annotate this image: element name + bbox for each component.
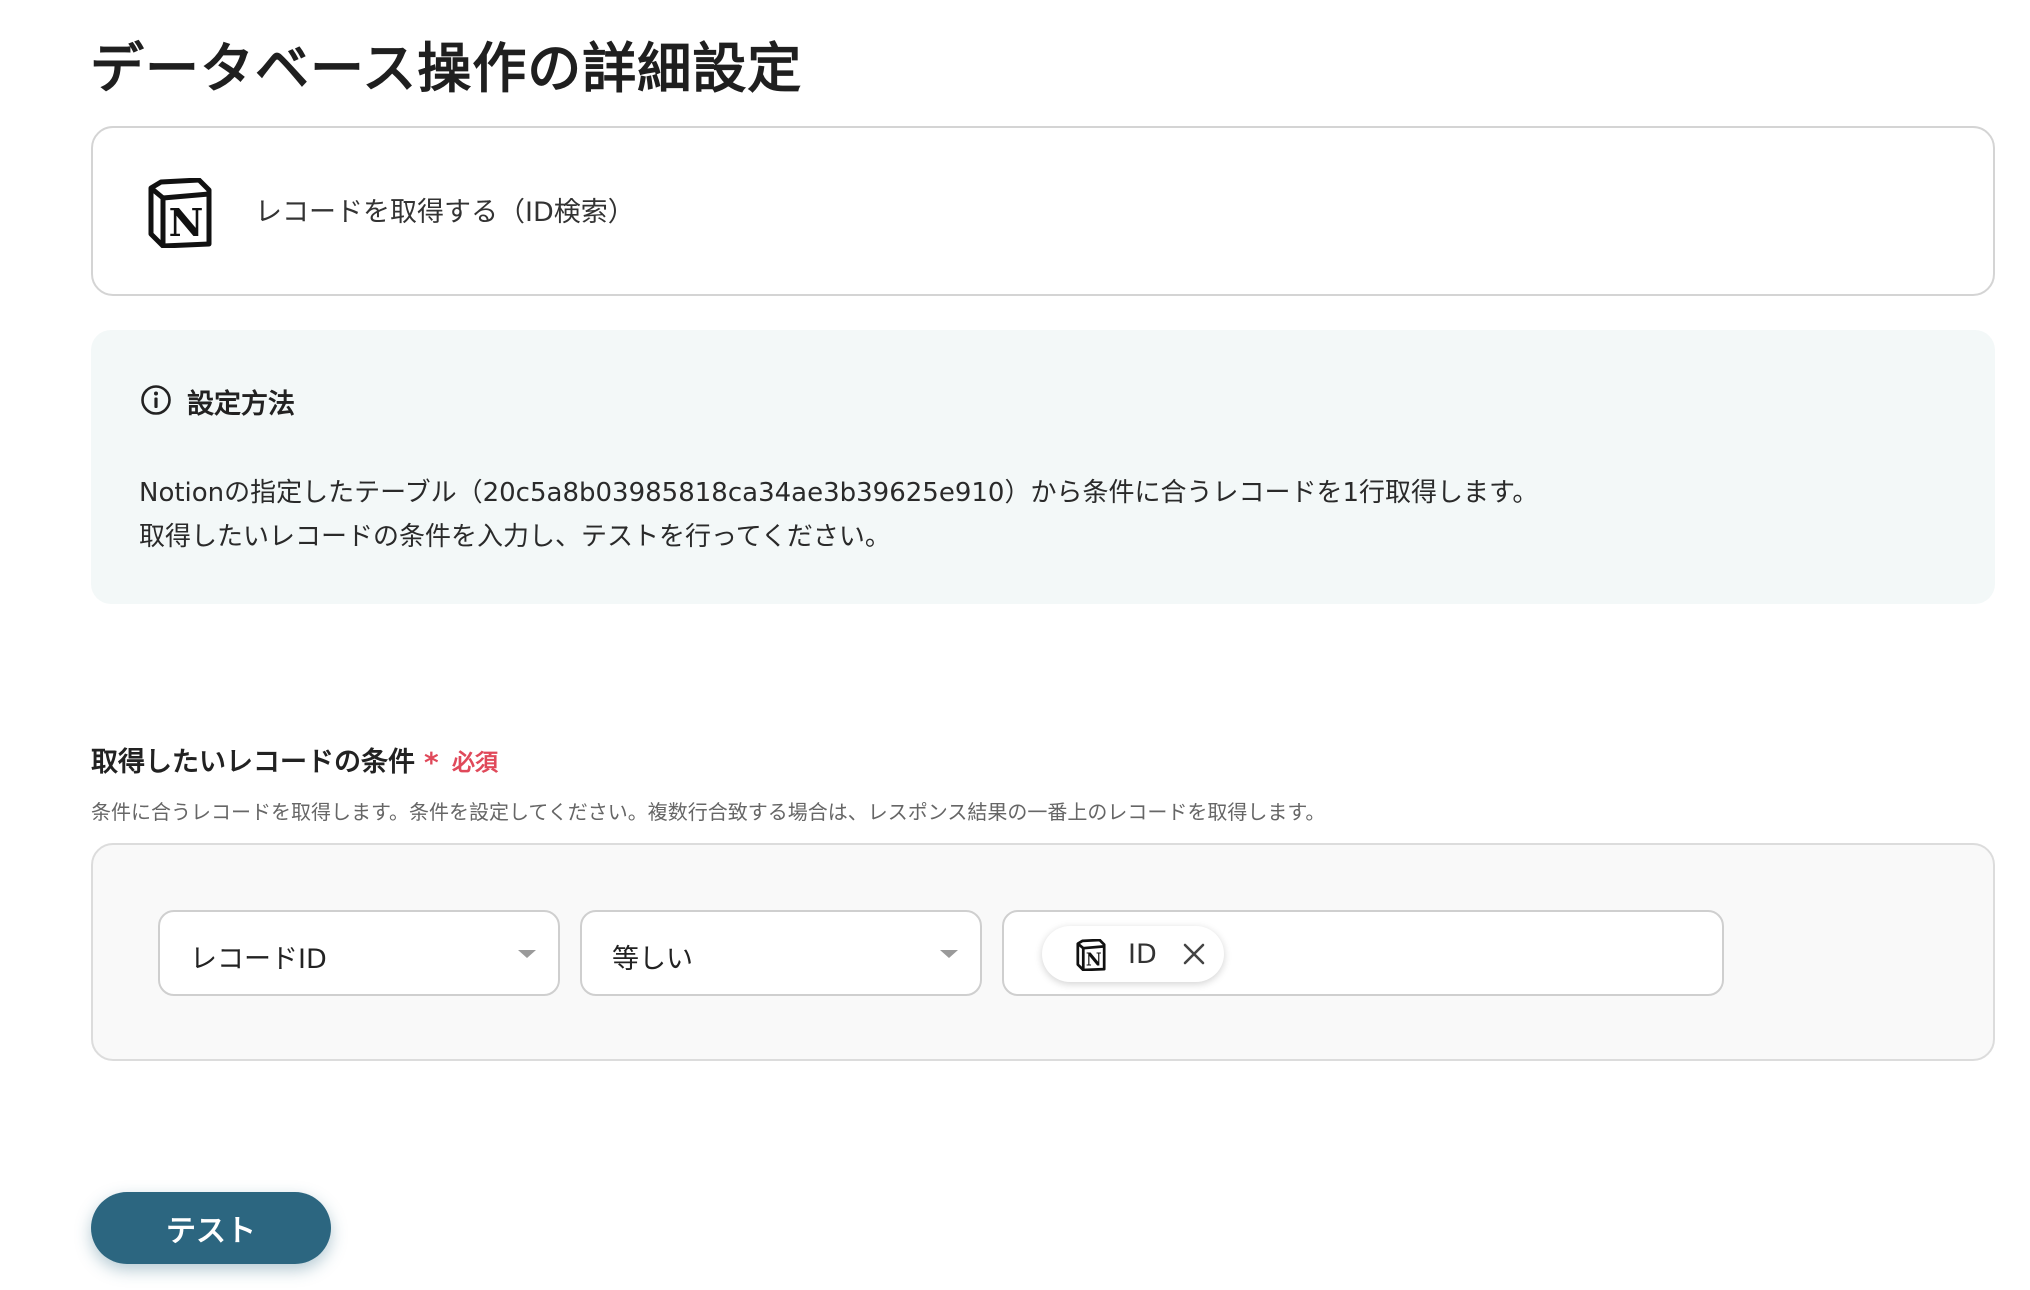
chevron-down-icon [518,950,536,958]
condition-help-text: 条件に合うレコードを取得します。条件を設定してください。複数行合致する場合は、レ… [91,800,1326,824]
svg-text:N: N [169,200,204,245]
instructions-heading: 設定方法 [187,389,295,420]
operator-select-value: 等しい [612,944,693,975]
svg-text:N: N [1086,950,1102,970]
value-input[interactable]: N ID [1002,910,1724,996]
instructions-text: 取得したいレコードの条件を入力し、テストを行ってください。 [139,522,891,552]
settings-page: データベース操作の詳細設定 N レコードを取得する（ID検索） 設定方法 Not… [0,0,2030,1290]
operator-select[interactable]: 等しい [580,910,982,996]
action-label: レコードを取得する（ID検索） [255,197,635,228]
instructions-text: Notionの指定したテーブル（20c5a8b03985818ca34ae3b3… [139,478,1539,508]
action-card[interactable]: N レコードを取得する（ID検索） [91,126,1995,296]
condition-panel: レコードID 等しい N ID [91,843,1995,1061]
page-title: データベース操作の詳細設定 [90,37,803,100]
notion-logo-icon: N [148,178,212,248]
info-circle-icon [141,385,171,415]
field-select[interactable]: レコードID [158,910,560,996]
chevron-down-icon [940,950,958,958]
field-select-value: レコードID [190,944,327,975]
required-asterisk: * [424,746,439,779]
condition-label: 取得したいレコードの条件 [91,747,415,778]
close-icon[interactable] [1182,942,1206,966]
value-chip-label: ID [1128,939,1157,970]
instructions-panel: 設定方法 Notionの指定したテーブル（20c5a8b03985818ca34… [91,330,1995,604]
notion-logo-icon: N [1076,939,1106,971]
test-button[interactable]: テスト [91,1192,331,1264]
required-badge: 必須 [452,750,498,776]
value-chip[interactable]: N ID [1042,926,1224,982]
